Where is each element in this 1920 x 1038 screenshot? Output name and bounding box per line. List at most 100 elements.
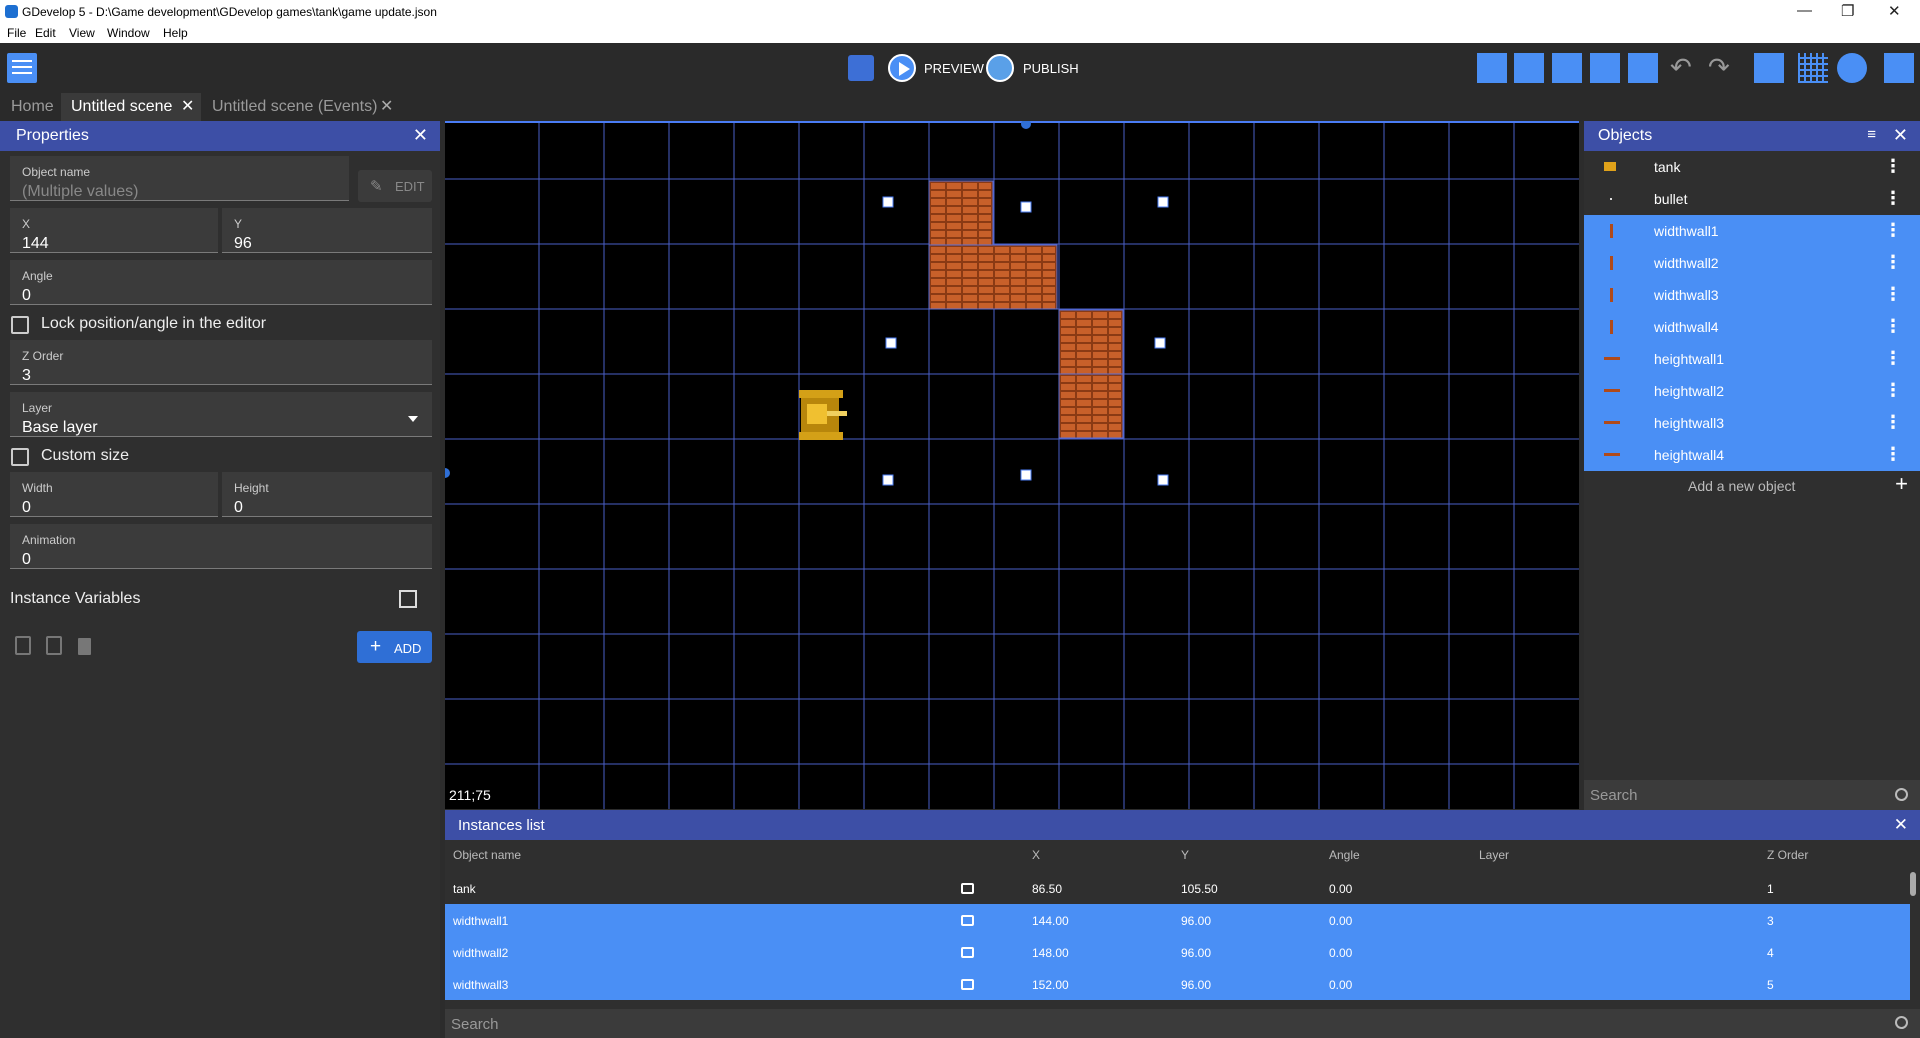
more-options-icon[interactable]: ⋮ bbox=[1884, 284, 1902, 305]
angle-field[interactable]: Angle 0 bbox=[10, 260, 432, 305]
unlocked-icon[interactable] bbox=[961, 883, 974, 894]
brick bbox=[1043, 295, 1055, 301]
close-window-button[interactable]: ✕ bbox=[1888, 2, 1901, 20]
tab-scene-events[interactable]: Untitled scene (Events) ✕ bbox=[202, 93, 402, 121]
y-label: Y bbox=[234, 217, 243, 231]
table-row[interactable]: widthwall3 152.00 96.00 0.00 5 bbox=[445, 968, 1910, 1000]
brick bbox=[963, 239, 977, 245]
scene-settings-icon[interactable] bbox=[1884, 53, 1914, 83]
more-options-icon[interactable]: ⋮ bbox=[1884, 188, 1902, 209]
brick bbox=[1061, 328, 1075, 334]
z-order-field[interactable]: Z Order 3 bbox=[10, 340, 432, 385]
restore-button[interactable]: ❐ bbox=[1841, 2, 1854, 20]
publish-button[interactable]: PUBLISH bbox=[986, 52, 1096, 84]
layers-icon[interactable] bbox=[1628, 53, 1658, 83]
tab-untitled-scene[interactable]: Untitled scene ✕ bbox=[61, 93, 201, 121]
object-item-widthwall4[interactable]: widthwall4 ⋮ bbox=[1584, 311, 1920, 343]
unlocked-icon[interactable] bbox=[961, 915, 974, 926]
project-manager-icon[interactable] bbox=[7, 53, 37, 83]
close-tab-icon[interactable]: ✕ bbox=[380, 93, 393, 121]
delete-icon[interactable] bbox=[78, 638, 91, 655]
edit-object-button[interactable]: ✎ EDIT bbox=[358, 170, 432, 202]
more-options-icon[interactable]: ⋮ bbox=[1884, 348, 1902, 369]
instances-list-icon[interactable] bbox=[1590, 53, 1620, 83]
width-field[interactable]: Width 0 bbox=[10, 472, 218, 517]
menu-edit[interactable]: Edit bbox=[35, 26, 56, 40]
more-options-icon[interactable]: ⋮ bbox=[1884, 252, 1902, 273]
table-row[interactable]: widthwall1 144.00 96.00 0.00 3 bbox=[445, 904, 1910, 936]
column-z-order[interactable]: Z Order bbox=[1767, 848, 1808, 862]
object-item-widthwall3[interactable]: widthwall3 ⋮ bbox=[1584, 279, 1920, 311]
close-properties-icon[interactable]: ✕ bbox=[413, 125, 428, 146]
animation-field[interactable]: Animation 0 bbox=[10, 524, 432, 569]
object-name-label: heightwall4 bbox=[1654, 447, 1725, 463]
column-x[interactable]: X bbox=[1032, 848, 1040, 862]
object-item-heightwall2[interactable]: heightwall2 ⋮ bbox=[1584, 375, 1920, 407]
tab-home[interactable]: Home bbox=[0, 93, 60, 121]
close-tab-icon[interactable]: ✕ bbox=[181, 93, 194, 121]
more-options-icon[interactable]: ⋮ bbox=[1884, 156, 1902, 177]
properties-panel-icon[interactable] bbox=[1552, 53, 1582, 83]
open-objects-panel-icon[interactable] bbox=[1477, 53, 1507, 83]
paste-icon[interactable] bbox=[46, 636, 62, 655]
unlocked-icon[interactable] bbox=[961, 947, 974, 958]
y-field[interactable]: Y 96 bbox=[222, 208, 432, 253]
instances-search-input[interactable]: Search bbox=[445, 1009, 1920, 1038]
add-new-object-label[interactable]: Add a new object bbox=[1688, 478, 1795, 494]
add-object-icon[interactable]: + bbox=[1895, 471, 1908, 497]
column-layer[interactable]: Layer bbox=[1479, 848, 1509, 862]
object-item-widthwall1[interactable]: widthwall1 ⋮ bbox=[1584, 215, 1920, 247]
grid-icon[interactable] bbox=[1798, 53, 1828, 83]
undo-icon[interactable]: ↶ bbox=[1670, 53, 1700, 83]
menu-view[interactable]: View bbox=[69, 26, 95, 40]
open-external-icon[interactable] bbox=[399, 590, 417, 608]
redo-icon[interactable]: ↷ bbox=[1708, 53, 1738, 83]
scene-canvas[interactable]: 211;75 bbox=[445, 121, 1579, 809]
menu-window[interactable]: Window bbox=[107, 26, 150, 40]
column-angle[interactable]: Angle bbox=[1329, 848, 1360, 862]
more-options-icon[interactable]: ⋮ bbox=[1884, 220, 1902, 241]
more-options-icon[interactable]: ⋮ bbox=[1884, 380, 1902, 401]
object-item-widthwall2[interactable]: widthwall2 ⋮ bbox=[1584, 247, 1920, 279]
brick bbox=[1043, 279, 1055, 285]
add-variable-button[interactable]: + ADD bbox=[357, 631, 432, 663]
unlocked-icon[interactable] bbox=[961, 979, 974, 990]
table-row[interactable]: tank 86.50 105.50 0.00 1 bbox=[445, 872, 1910, 904]
brick bbox=[979, 287, 993, 293]
table-row[interactable]: widthwall2 148.00 96.00 0.00 4 bbox=[445, 936, 1910, 968]
preview-button[interactable]: PREVIEW bbox=[888, 52, 988, 84]
layer-select[interactable]: Layer Base layer bbox=[10, 392, 432, 437]
menu-help[interactable]: Help bbox=[163, 26, 188, 40]
more-options-icon[interactable]: ⋮ bbox=[1884, 412, 1902, 433]
more-options-icon[interactable]: ⋮ bbox=[1884, 444, 1902, 465]
column-object-name[interactable]: Object name bbox=[453, 848, 521, 862]
instances-scrollbar[interactable] bbox=[1910, 872, 1916, 896]
debugger-icon[interactable] bbox=[848, 55, 874, 81]
cell-angle: 0.00 bbox=[1329, 946, 1353, 960]
instances-header: Instances list ✕ bbox=[445, 810, 1920, 840]
minimize-button[interactable]: — bbox=[1797, 2, 1812, 19]
zoom-icon[interactable] bbox=[1837, 53, 1867, 83]
objects-search-input[interactable]: Search bbox=[1584, 780, 1920, 810]
custom-size-checkbox[interactable] bbox=[11, 448, 29, 466]
object-item-heightwall1[interactable]: heightwall1 ⋮ bbox=[1584, 343, 1920, 375]
lock-position-checkbox[interactable] bbox=[11, 316, 29, 334]
object-item-bullet[interactable]: bullet ⋮ bbox=[1584, 183, 1920, 215]
height-field[interactable]: Height 0 bbox=[222, 472, 432, 517]
menu-file[interactable]: File bbox=[7, 26, 26, 40]
object-item-heightwall3[interactable]: heightwall3 ⋮ bbox=[1584, 407, 1920, 439]
object-item-heightwall4[interactable]: heightwall4 ⋮ bbox=[1584, 439, 1920, 471]
filter-icon[interactable]: ≡ bbox=[1867, 126, 1876, 143]
object-name-field[interactable]: Object name (Multiple values) bbox=[10, 156, 349, 201]
copy-icon[interactable] bbox=[15, 636, 31, 655]
object-item-tank[interactable]: tank ⋮ bbox=[1584, 151, 1920, 183]
more-options-icon[interactable]: ⋮ bbox=[1884, 316, 1902, 337]
brick bbox=[1027, 263, 1041, 269]
object-groups-icon[interactable] bbox=[1514, 53, 1544, 83]
x-field[interactable]: X 144 bbox=[10, 208, 218, 253]
column-y[interactable]: Y bbox=[1181, 848, 1189, 862]
close-objects-icon[interactable]: ✕ bbox=[1893, 125, 1908, 146]
layer-label: Layer bbox=[22, 401, 53, 415]
window-mask-icon[interactable] bbox=[1754, 53, 1784, 83]
close-instances-icon[interactable]: ✕ bbox=[1894, 815, 1908, 835]
